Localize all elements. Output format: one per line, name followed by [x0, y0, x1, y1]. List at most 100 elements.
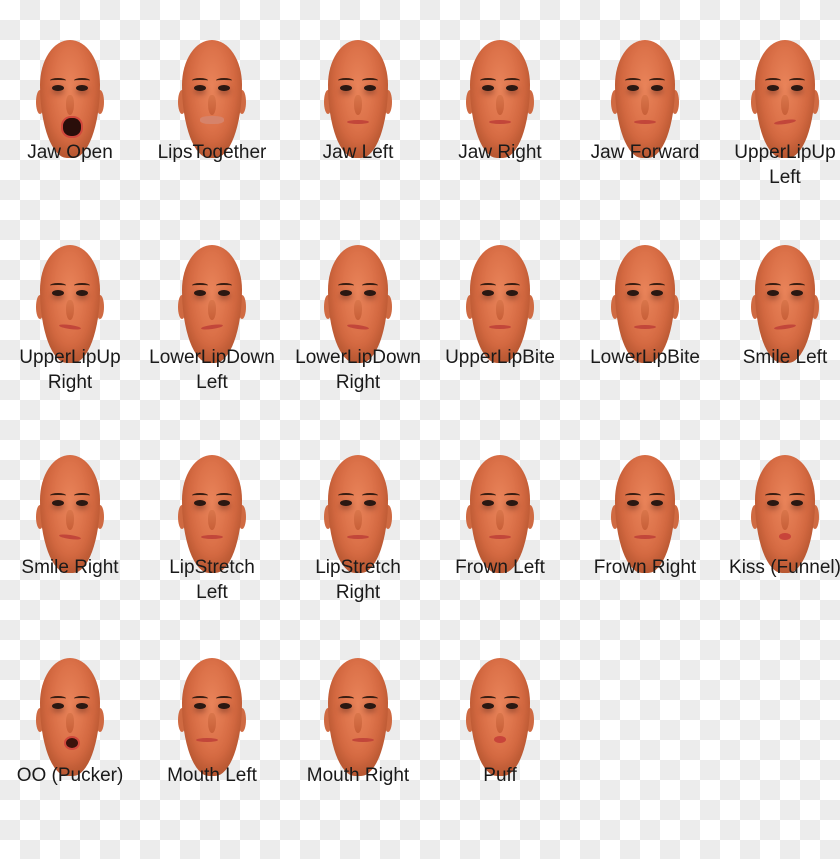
- expression-label: LipStretch Right: [315, 557, 401, 603]
- brow-left: [480, 78, 496, 83]
- eye-left: [340, 85, 352, 91]
- nose: [66, 95, 74, 115]
- expression-item: Jaw Forward: [575, 0, 715, 205]
- brow-left: [338, 696, 354, 701]
- brow-right: [74, 696, 90, 701]
- eye-left: [767, 500, 779, 506]
- brow-right: [74, 78, 90, 83]
- eye-left: [767, 85, 779, 91]
- head: [40, 658, 100, 776]
- mouth: [494, 736, 506, 743]
- eye-right: [506, 500, 518, 506]
- nose: [66, 713, 74, 733]
- brow-right: [789, 78, 805, 83]
- eye-left: [194, 500, 206, 506]
- nose: [496, 713, 504, 733]
- eye-left: [482, 290, 494, 296]
- eye-right: [76, 703, 88, 709]
- eye-right: [651, 290, 663, 296]
- expression-item: UpperLipUp Right: [0, 205, 140, 410]
- expression-item: LipsTogether: [142, 0, 282, 205]
- brow-left: [192, 78, 208, 83]
- eye-left: [194, 85, 206, 91]
- eye-right: [364, 290, 376, 296]
- brow-left: [625, 283, 641, 288]
- brow-left: [765, 493, 781, 498]
- mouth: [200, 323, 224, 331]
- expression-label: LowerLipDown Left: [149, 347, 275, 393]
- mouth: [779, 533, 791, 540]
- brow-right: [504, 493, 520, 498]
- eye-left: [194, 290, 206, 296]
- expression-item: LipStretch Right: [288, 415, 428, 620]
- expression-label: Jaw Left: [322, 142, 394, 163]
- eye-left: [340, 290, 352, 296]
- nose: [781, 300, 789, 320]
- brow-left: [50, 283, 66, 288]
- brow-left: [625, 78, 641, 83]
- expression-item: Mouth Left: [142, 618, 282, 823]
- mouth: [64, 736, 80, 750]
- brow-left: [625, 493, 641, 498]
- nose: [496, 95, 504, 115]
- eye-left: [52, 290, 64, 296]
- nose: [641, 510, 649, 530]
- eye-right: [651, 500, 663, 506]
- mouth: [489, 535, 511, 539]
- brow-left: [480, 696, 496, 701]
- expression-label: UpperLipBite: [445, 347, 555, 368]
- brow-right: [649, 493, 665, 498]
- eye-left: [627, 85, 639, 91]
- face-image: [324, 658, 392, 778]
- mouth: [200, 116, 224, 124]
- brow-right: [789, 283, 805, 288]
- nose: [641, 95, 649, 115]
- mouth: [196, 738, 218, 742]
- mouth: [634, 325, 656, 329]
- brow-left: [338, 78, 354, 83]
- expression-item: LowerLipBite: [575, 205, 715, 410]
- nose: [496, 510, 504, 530]
- expression-item: Frown Left: [430, 415, 570, 620]
- nose: [354, 95, 362, 115]
- eye-left: [627, 290, 639, 296]
- brow-right: [504, 283, 520, 288]
- eye-left: [52, 85, 64, 91]
- brow-right: [216, 493, 232, 498]
- eye-right: [791, 85, 803, 91]
- expression-item: OO (Pucker): [0, 618, 140, 823]
- nose: [354, 713, 362, 733]
- eye-right: [218, 85, 230, 91]
- nose: [781, 95, 789, 115]
- eye-right: [364, 703, 376, 709]
- eye-right: [791, 290, 803, 296]
- eye-right: [218, 703, 230, 709]
- expression-label: Jaw Right: [458, 142, 542, 163]
- expression-item: UpperLipUp Left: [715, 0, 840, 205]
- nose: [354, 510, 362, 530]
- expression-label: Mouth Left: [167, 765, 257, 786]
- brow-right: [362, 696, 378, 701]
- expression-item: Jaw Right: [430, 0, 570, 205]
- eye-left: [482, 85, 494, 91]
- expression-label: LipStretch Left: [169, 557, 255, 603]
- eye-right: [651, 85, 663, 91]
- brow-right: [362, 493, 378, 498]
- eye-right: [76, 85, 88, 91]
- expression-item: UpperLipBite: [430, 205, 570, 410]
- brow-right: [504, 78, 520, 83]
- eye-right: [76, 290, 88, 296]
- head: [182, 658, 242, 776]
- brow-left: [50, 696, 66, 701]
- brow-left: [480, 493, 496, 498]
- brow-left: [192, 493, 208, 498]
- brow-left: [765, 283, 781, 288]
- expression-item: Mouth Right: [288, 618, 428, 823]
- brow-left: [192, 283, 208, 288]
- mouth: [489, 120, 511, 124]
- eye-right: [364, 85, 376, 91]
- nose: [208, 300, 216, 320]
- brow-right: [649, 283, 665, 288]
- eye-right: [791, 500, 803, 506]
- expression-item: Frown Right: [575, 415, 715, 620]
